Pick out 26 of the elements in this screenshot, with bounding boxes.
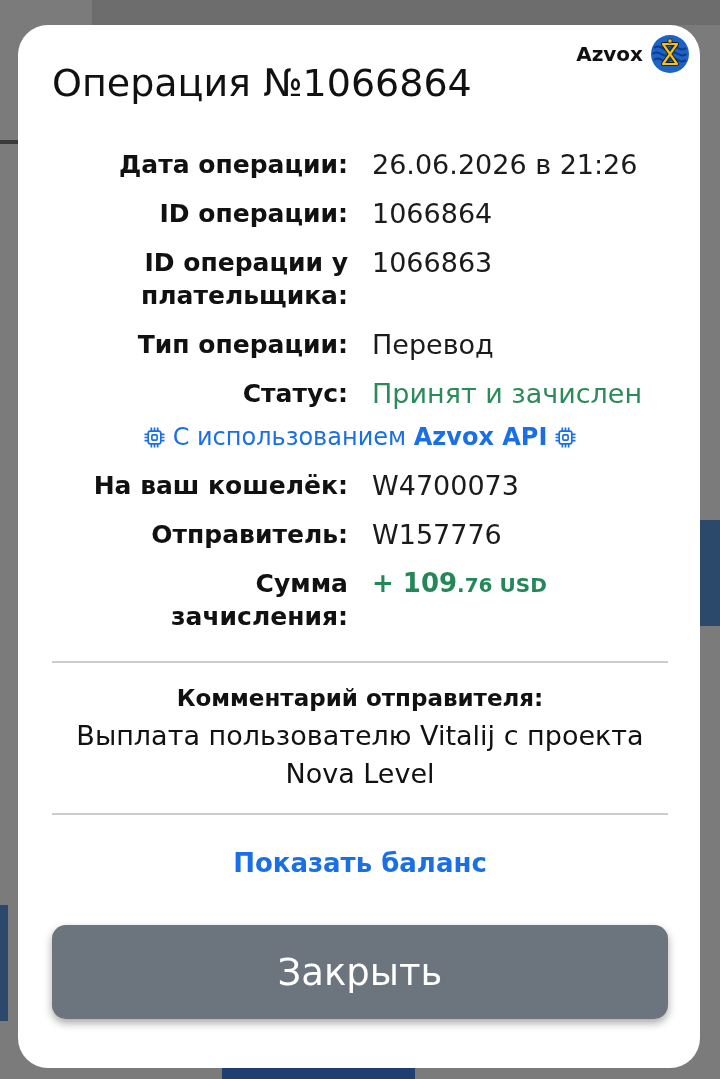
field-value: 26.06.2026 в 21:26 xyxy=(372,148,638,181)
field-label: ID операции: xyxy=(159,198,348,230)
api-note: С использованием Azvox API xyxy=(172,422,548,452)
field-value: W157776 xyxy=(372,518,502,551)
chip-icon xyxy=(143,426,165,448)
comment-text: Выплата пользователю Vitalij с проекта Nova Level xyxy=(75,719,645,791)
field-label: Дата операции: xyxy=(119,149,348,181)
field-value: 1066864 xyxy=(372,197,493,230)
field-label: Тип операции: xyxy=(137,329,348,361)
chip-icon xyxy=(555,426,577,448)
field-label: На ваш кошелёк: xyxy=(93,470,348,502)
field-value: W4700073 xyxy=(372,469,519,502)
status-value: Принят и зачислен xyxy=(372,377,643,410)
field-label: Сумма зачисления: xyxy=(170,568,348,633)
logo-icon xyxy=(651,35,689,73)
brand-name: Azvox xyxy=(576,42,643,66)
field-label: ID операции у плательщика: xyxy=(140,247,348,312)
field-label: Отправитель: xyxy=(151,519,348,551)
field-value: Перевод xyxy=(372,328,494,361)
dialog-title: Операция №1066864 xyxy=(52,60,472,106)
field-label: Статус: xyxy=(242,378,348,410)
comment-heading: Комментарий отправителя: xyxy=(176,684,544,713)
field-value: 1066863 xyxy=(372,246,493,280)
show-balance-link[interactable]: Показать баланс xyxy=(233,847,487,879)
close-button[interactable]: Закрыть xyxy=(52,925,668,1019)
amount-value: + 109.76 USD xyxy=(372,567,547,600)
